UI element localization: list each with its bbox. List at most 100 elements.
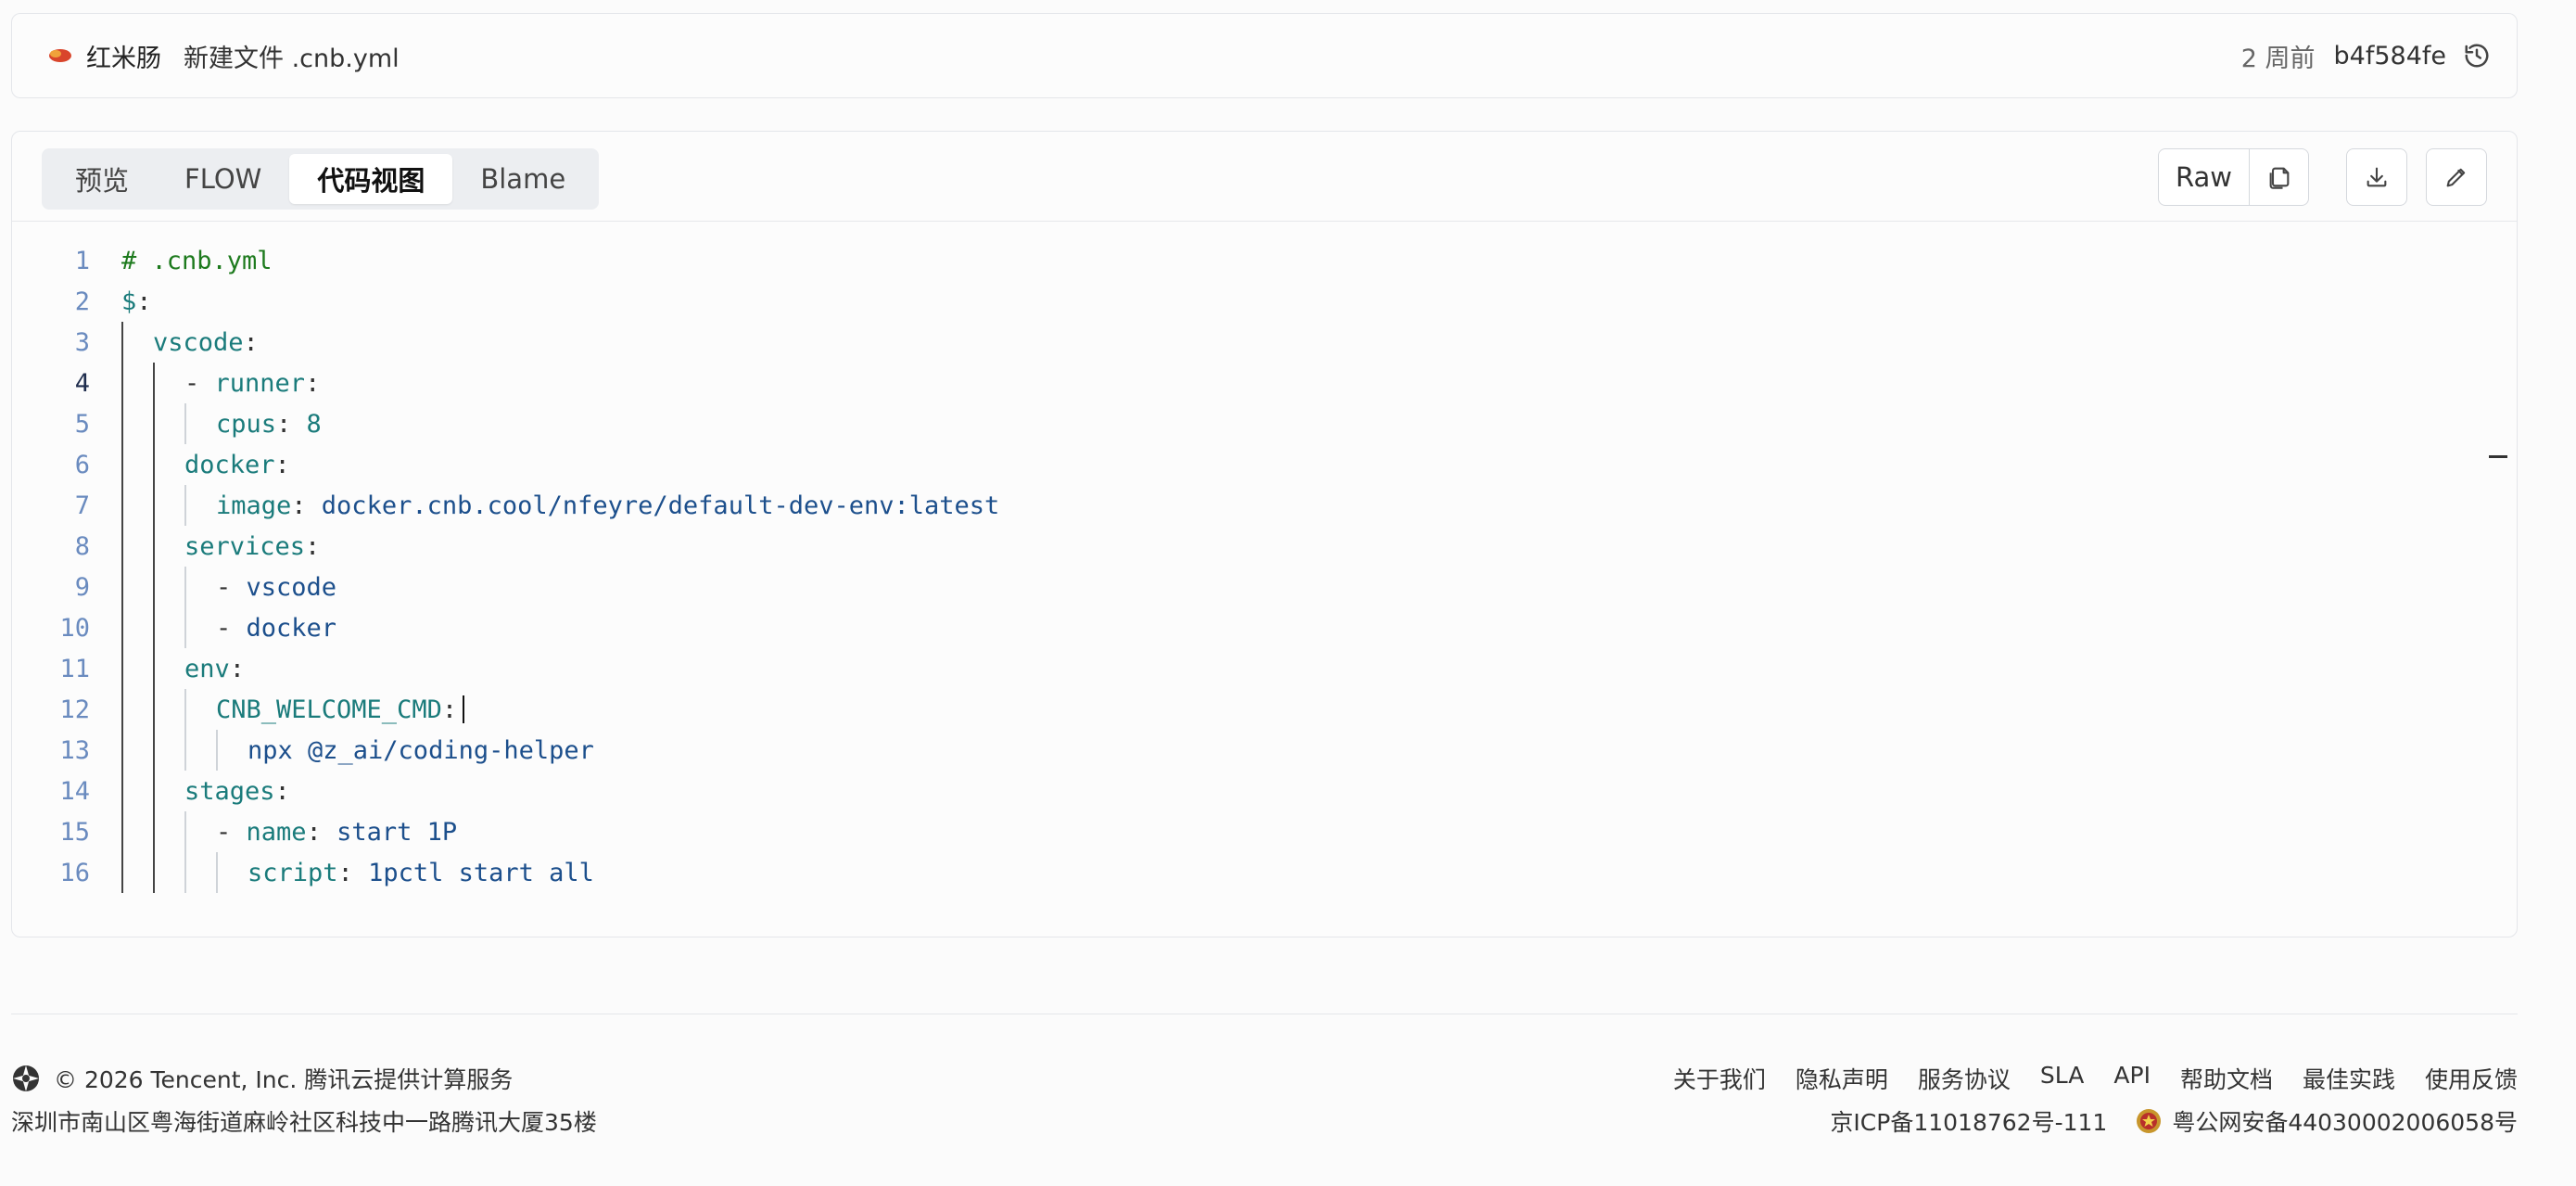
- code-token: name: [246, 817, 307, 847]
- code-token: script: [247, 858, 338, 887]
- code-token: :: [274, 450, 290, 479]
- indent-guide: [121, 567, 123, 607]
- download-button[interactable]: [2346, 148, 2407, 206]
- tab-blame[interactable]: Blame: [452, 154, 593, 204]
- code-line[interactable]: 12 CNB_WELCOME_CMD:: [12, 689, 2517, 730]
- footer-link-feedback[interactable]: 使用反馈: [2425, 1062, 2518, 1095]
- line-number[interactable]: 7: [12, 491, 90, 520]
- footer-link-api[interactable]: API: [2113, 1062, 2151, 1095]
- commit-message[interactable]: 新建文件 .cnb.yml: [184, 38, 400, 74]
- commit-author[interactable]: 红米肠: [86, 38, 161, 74]
- footer-copyright: © 2026 Tencent, Inc. 腾讯云提供计算服务: [54, 1066, 514, 1093]
- code-line[interactable]: 15- name: start 1P: [12, 811, 2517, 852]
- commit-message-file: .cnb.yml: [291, 44, 400, 73]
- code-line[interactable]: 10 - docker: [12, 607, 2517, 648]
- commit-hash[interactable]: b4f584fe: [2334, 42, 2446, 70]
- line-content: services:: [90, 526, 320, 567]
- line-number[interactable]: 9: [12, 573, 90, 602]
- code-token: :: [337, 858, 369, 887]
- indent-guide: [121, 363, 123, 403]
- line-content: script: 1pctl start all: [90, 852, 594, 893]
- avatar-icon[interactable]: [45, 45, 73, 66]
- line-number[interactable]: 8: [12, 532, 90, 561]
- code-token: # .cnb.yml: [121, 246, 273, 275]
- line-number[interactable]: 5: [12, 410, 90, 439]
- line-content: - vscode: [90, 567, 336, 607]
- code-line[interactable]: 13 npx @z_ai/coding-helper: [12, 730, 2517, 771]
- line-number[interactable]: 14: [12, 777, 90, 806]
- line-number[interactable]: 13: [12, 736, 90, 765]
- footer-link-docs[interactable]: 帮助文档: [2180, 1062, 2273, 1095]
- footer-icp[interactable]: 京ICP备11018762号-111: [1830, 1104, 2107, 1138]
- tab-code-view[interactable]: 代码视图: [289, 154, 453, 204]
- code-token: services: [184, 531, 306, 561]
- indent-guide: [184, 567, 186, 607]
- line-number[interactable]: 10: [12, 614, 90, 643]
- indent-guide: [153, 689, 155, 730]
- history-icon[interactable]: [2463, 42, 2491, 70]
- indent-guide: [153, 526, 155, 567]
- code-token: docker: [184, 450, 275, 479]
- code-line[interactable]: 5 cpus: 8: [12, 403, 2517, 444]
- code-token: 1pctl start all: [368, 858, 594, 887]
- line-number[interactable]: 4: [12, 369, 90, 398]
- code-line[interactable]: 9- vscode: [12, 567, 2517, 607]
- commit-time: 2 周前: [2240, 44, 2316, 73]
- edit-button[interactable]: [2426, 148, 2487, 206]
- line-number[interactable]: 6: [12, 451, 90, 479]
- tab-flow[interactable]: FLOW: [157, 154, 289, 204]
- line-number[interactable]: 1: [12, 247, 90, 275]
- code-line[interactable]: 8 services:: [12, 526, 2517, 567]
- code-token: :: [274, 776, 290, 806]
- code-line[interactable]: 7 image: docker.cnb.cool/nfeyre/default-d…: [12, 485, 2517, 526]
- code-token: -: [216, 613, 247, 643]
- indent-guide: [184, 689, 186, 730]
- code-token: start 1P: [336, 817, 458, 847]
- view-tabs: 预览 FLOW 代码视图 Blame: [42, 148, 600, 210]
- line-number[interactable]: 11: [12, 655, 90, 683]
- line-number[interactable]: 15: [12, 818, 90, 847]
- commit-meta: 2 周前 b4f584fe: [2241, 38, 2491, 74]
- footer-link-best-practices[interactable]: 最佳实践: [2303, 1062, 2395, 1095]
- code-line[interactable]: 16 script: 1pctl start all: [12, 852, 2517, 893]
- code-token: :: [291, 491, 322, 520]
- footer-link-privacy[interactable]: 隐私声明: [1796, 1062, 1888, 1095]
- line-number[interactable]: 12: [12, 695, 90, 724]
- pencil-icon: [2446, 168, 2466, 187]
- code-line[interactable]: 11 env:: [12, 648, 2517, 689]
- indent-guide: [121, 648, 123, 689]
- footer-row-bottom: 深圳市南山区粤海街道麻岭社区科技中一路腾讯大厦35楼 京ICP备11018762…: [11, 1100, 2518, 1142]
- footer-registration: 京ICP备11018762号-111 粤公网安备44030002006058号: [1830, 1104, 2518, 1138]
- code-line[interactable]: 2 $:: [12, 281, 2517, 322]
- indent-guide: [121, 485, 123, 526]
- line-number[interactable]: 3: [12, 328, 90, 357]
- indent-guide: [121, 322, 123, 363]
- line-number[interactable]: 2: [12, 287, 90, 316]
- code-line[interactable]: 14 stages:: [12, 771, 2517, 811]
- cnb-logo-icon: [13, 1065, 39, 1091]
- line-number[interactable]: 16: [12, 859, 90, 887]
- footer-link-sla[interactable]: SLA: [2040, 1062, 2084, 1095]
- code-line[interactable]: 4- runner:: [12, 363, 2517, 403]
- footer-police-record[interactable]: 粤公网安备44030002006058号: [2172, 1104, 2518, 1138]
- copy-icon: [2269, 167, 2289, 189]
- code-viewer[interactable]: 1 # .cnb.yml 2 $:3 vscode:4- runner:5 cpus: 8…: [12, 222, 2517, 893]
- tab-preview[interactable]: 预览: [47, 154, 157, 204]
- code-token: :: [305, 368, 321, 398]
- indent-guide: [153, 852, 155, 893]
- footer-link-about[interactable]: 关于我们: [1673, 1062, 1766, 1095]
- indent-guide: [184, 607, 186, 648]
- line-content: docker:: [90, 444, 290, 485]
- code-line[interactable]: 1 # .cnb.yml: [12, 240, 2517, 281]
- indent-guide: [121, 730, 123, 771]
- code-token: docker: [246, 613, 337, 643]
- code-line[interactable]: 6 docker:: [12, 444, 2517, 485]
- footer-link-terms[interactable]: 服务协议: [1918, 1062, 2011, 1095]
- code-token: CNB_WELCOME_CMD: [216, 695, 442, 724]
- code-token: :: [243, 327, 259, 357]
- indent-guide: [153, 363, 155, 403]
- code-line[interactable]: 3 vscode:: [12, 322, 2517, 363]
- copy-button[interactable]: [2250, 148, 2309, 206]
- code-token: :: [306, 817, 337, 847]
- raw-button[interactable]: Raw: [2157, 148, 2250, 206]
